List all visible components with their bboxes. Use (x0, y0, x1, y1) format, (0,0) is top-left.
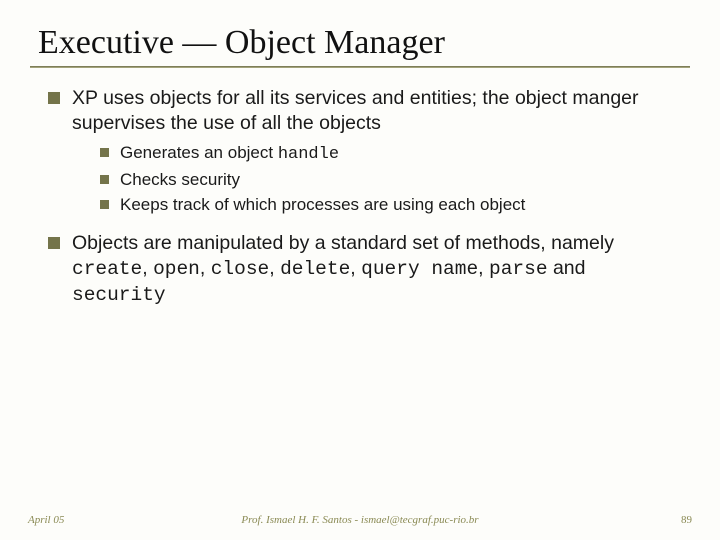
code-close: close (211, 258, 270, 280)
code-open: open (153, 258, 200, 280)
bullet-2-text: Objects are manipulated by a standard se… (72, 232, 614, 254)
bullet-1-sublist: Generates an object handle Checks securi… (72, 136, 680, 223)
sub-bullet-3: Keeps track of which processes are using… (100, 194, 680, 216)
sub-bullet-2: Checks security (100, 169, 680, 191)
sep6: and (548, 257, 586, 279)
sep2: , (200, 257, 211, 279)
slide-title: Executive — Object Manager (38, 24, 690, 62)
code-delete: delete (280, 258, 350, 280)
sub-bullet-2-text: Checks security (120, 170, 240, 189)
code-queryname: query name (361, 258, 478, 280)
footer-date: April 05 (28, 514, 64, 526)
bullet-list: XP uses objects for all its services and… (30, 86, 690, 308)
code-security: security (72, 284, 166, 306)
sub-bullet-1-text: Generates an object (120, 143, 278, 162)
sub-bullet-1: Generates an object handle (100, 142, 680, 166)
sep3: , (269, 257, 280, 279)
bullet-1: XP uses objects for all its services and… (48, 86, 680, 223)
sep4: , (350, 257, 361, 279)
footer: April 05 Prof. Ismael H. F. Santos - ism… (0, 514, 720, 526)
bullet-1-text: XP uses objects for all its services and… (72, 87, 639, 134)
bullet-2: Objects are manipulated by a standard se… (48, 231, 680, 308)
sep5: , (478, 257, 489, 279)
sub-bullet-1-code: handle (278, 145, 339, 164)
code-create: create (72, 258, 142, 280)
slide-number: 89 (681, 514, 692, 526)
sep1: , (142, 257, 153, 279)
title-rule (30, 66, 690, 68)
slide: Executive — Object Manager XP uses objec… (0, 0, 720, 540)
sub-bullet-3-text: Keeps track of which processes are using… (120, 195, 525, 214)
footer-author: Prof. Ismael H. F. Santos - ismael@tecgr… (241, 514, 478, 526)
code-parse: parse (489, 258, 548, 280)
